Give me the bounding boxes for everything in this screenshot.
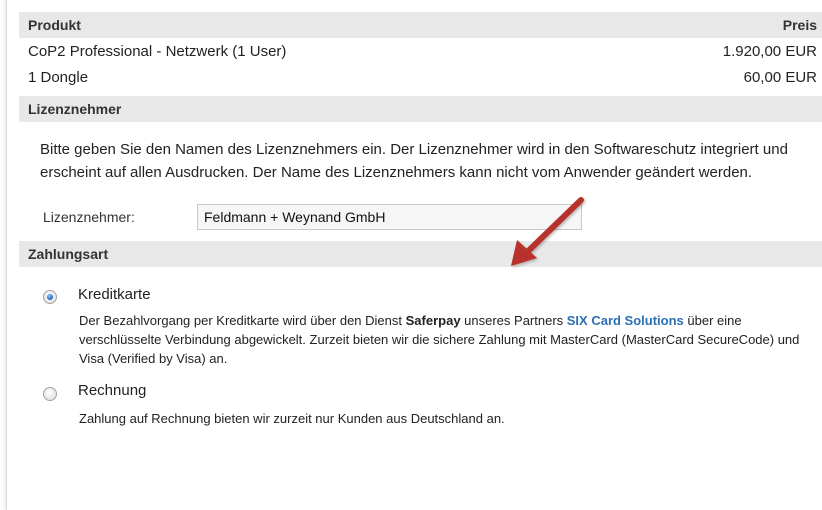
checkout-panel: Produkt Preis CoP2 Professional - Netzwe… [6, 0, 822, 510]
credit-card-radio[interactable] [43, 290, 57, 304]
credit-card-desc-text-2: unseres Partners [460, 313, 567, 328]
licensee-section-title: Lizenznehmer [28, 101, 122, 117]
six-card-solutions-link[interactable]: SIX Card Solutions [567, 313, 684, 328]
price-column-header: Preis [782, 17, 817, 33]
table-row: 1 Dongle 60,00 EUR [19, 64, 822, 90]
product-price: 60,00 EUR [743, 68, 817, 86]
invoice-radio[interactable] [43, 387, 57, 401]
product-table-header: Produkt Preis [19, 12, 822, 38]
licensee-description: Bitte geben Sie den Namen des Lizenznehm… [40, 141, 788, 181]
product-name: CoP2 Professional - Netzwerk (1 User) [28, 42, 287, 60]
payment-section-header: Zahlungsart [19, 241, 822, 267]
credit-card-label: Kreditkarte [78, 286, 151, 303]
payment-option-invoice[interactable]: Rechnung Zahlung auf Rechnung bieten wir… [43, 361, 822, 431]
licensee-section-header: Lizenznehmer [19, 96, 822, 122]
saferpay-service-name: Saferpay [405, 313, 461, 328]
checkout-content: Produkt Preis CoP2 Professional - Netzwe… [19, 12, 822, 431]
invoice-description: Zahlung auf Rechnung bieten wir zurzeit … [79, 411, 505, 426]
product-price: 1.920,00 EUR [722, 42, 817, 60]
product-name: 1 Dongle [28, 68, 89, 86]
licensee-field-label: Lizenznehmer: [43, 209, 135, 225]
payment-option-credit-card[interactable]: Kreditkarte Der Bezahlvorgang per Kredit… [43, 267, 822, 366]
credit-card-desc-text-1: Der Bezahlvorgang per Kreditkarte wird ü… [79, 313, 406, 328]
annotation-arrow-icon [511, 197, 584, 266]
credit-card-description: Der Bezahlvorgang per Kreditkarte wird ü… [79, 311, 819, 368]
licensee-field-row: Lizenznehmer: [43, 203, 822, 231]
payment-section-title: Zahlungsart [28, 246, 109, 262]
invoice-label: Rechnung [78, 382, 147, 399]
product-column-header: Produkt [28, 17, 81, 33]
table-row: CoP2 Professional - Netzwerk (1 User) 1.… [19, 38, 822, 64]
